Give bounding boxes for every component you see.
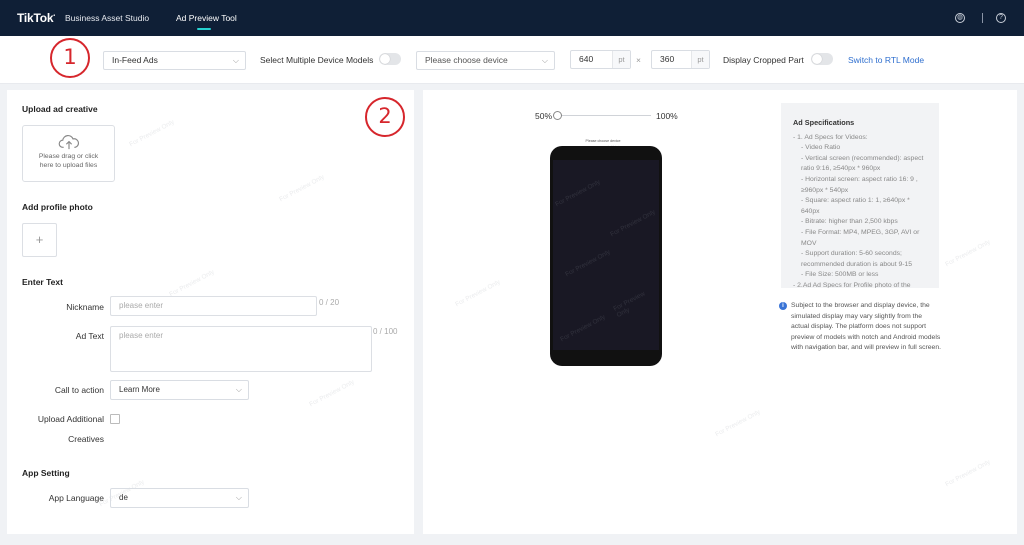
toggle-knob — [812, 54, 822, 64]
profile-section-title: Add profile photo — [22, 202, 93, 212]
watermark: For Preview Only — [454, 278, 502, 309]
multi-device-toggle[interactable] — [379, 53, 401, 65]
ad-type-select[interactable]: In-Feed Ads ⌵ — [103, 51, 246, 70]
top-navigation-bar: TikTok• Business Asset Studio Ad Preview… — [0, 0, 1024, 36]
spec-title: Ad Specifications — [793, 118, 855, 127]
watermark: For Preview Only — [944, 238, 992, 269]
watermark: For Preview Only — [714, 408, 762, 439]
spec-line: - Vertical screen (recommended): aspect … — [801, 154, 924, 173]
brand-title[interactable]: Business Asset Studio — [65, 13, 149, 23]
multi-device-label: Select Multiple Device Models — [260, 55, 374, 65]
preview-panel: For Preview Only For Preview Only For Pr… — [423, 90, 1017, 534]
text-section-title: Enter Text — [22, 277, 63, 287]
device-name-label: Please choose device — [584, 138, 622, 145]
tab-ad-preview-tool[interactable]: Ad Preview Tool — [176, 13, 237, 23]
watermark: For Preview Only — [559, 313, 607, 344]
app-setting-title: App Setting — [22, 468, 70, 478]
watermark: For Preview Only — [612, 290, 647, 319]
additional-creatives-label-2: Creatives — [68, 434, 104, 444]
zoom-min-label: 50% — [535, 111, 553, 121]
device-placeholder: Please choose device — [425, 55, 508, 65]
app-language-select[interactable]: de ⌵ — [110, 488, 249, 508]
cta-label: Call to action — [54, 385, 104, 395]
width-value: 640 — [579, 54, 594, 64]
annotation-marker-1: 1 — [50, 38, 90, 78]
logo-dot: • — [53, 13, 55, 19]
watermark: For Preview Only — [554, 178, 602, 209]
active-tab-indicator — [197, 28, 211, 30]
spec-line: - Support duration: 5-60 seconds; recomm… — [801, 250, 913, 268]
height-unit: pt — [691, 51, 709, 68]
height-input[interactable]: 360 pt — [651, 50, 710, 69]
watermark: For Preview Only — [168, 268, 216, 299]
chevron-down-icon: ⌵ — [235, 385, 242, 394]
cta-select[interactable]: Learn More ⌵ — [110, 380, 249, 400]
add-profile-photo-button[interactable]: + — [22, 223, 57, 257]
spec-line: - 2.Ad Ad Specs for Profile photo of the — [793, 281, 911, 288]
toggle-knob — [380, 54, 390, 64]
spec-list: - 1. Ad Specs for Videos: - Video Ratio - … — [793, 133, 927, 288]
creative-settings-panel: For Preview Only For Preview Only For Pr… — [7, 90, 414, 534]
annotation-marker-2: 2 — [365, 97, 405, 137]
cloud-upload-icon — [58, 135, 79, 150]
app-language-value: de — [119, 493, 128, 502]
width-input[interactable]: 640 pt — [570, 50, 631, 69]
app-language-label: App Language — [48, 493, 104, 503]
times-sign: × — [636, 55, 641, 65]
crop-toggle[interactable] — [811, 53, 833, 65]
header-divider — [982, 13, 983, 23]
tiktok-logo[interactable]: TikTok• — [17, 11, 55, 25]
spec-line: - 1. Ad Specs for Videos: — [793, 133, 868, 141]
upload-section-title: Upload ad creative — [22, 104, 98, 114]
zoom-slider-handle[interactable] — [553, 111, 562, 120]
crop-label: Display Cropped Part — [723, 55, 804, 65]
nickname-input[interactable]: please enter — [110, 296, 317, 316]
cta-value: Learn More — [119, 385, 160, 394]
additional-creatives-checkbox[interactable] — [110, 414, 120, 424]
spec-line: - File Format: MP4, MPEG, 3GP, AVI or MO… — [801, 228, 920, 247]
adtext-counter: 0 / 100 — [373, 327, 398, 336]
adtext-label: Ad Text — [75, 331, 104, 341]
zoom-max-label: 100% — [656, 111, 678, 121]
rtl-mode-link[interactable]: Switch to RTL Mode — [848, 55, 924, 65]
language-icon[interactable]: ◍ — [955, 13, 965, 23]
additional-creatives-label-1: Upload Additional — [37, 414, 104, 424]
ad-type-value: In-Feed Ads — [112, 55, 158, 65]
adtext-textarea[interactable]: please enter — [110, 326, 372, 372]
watermark: For Preview Only — [564, 248, 612, 279]
nickname-counter: 0 / 20 — [319, 298, 340, 307]
spec-line: - Video Ratio — [801, 144, 841, 152]
watermark: For Preview Only — [944, 458, 992, 489]
upload-dropzone[interactable]: Please drag or click here to upload file… — [22, 125, 115, 182]
chevron-down-icon: ⌵ — [235, 493, 242, 502]
watermark: For Preview Only — [609, 208, 657, 239]
device-select[interactable]: Please choose device ⌵ — [416, 51, 555, 70]
watermark: For Preview Only — [308, 378, 356, 409]
spec-line: - Horizontal screen: aspect ratio 16: 9 … — [801, 175, 918, 194]
phone-frame: Please choose device For Preview Only Fo… — [550, 138, 662, 366]
height-value: 360 — [660, 54, 675, 64]
upload-hint: Please drag or click here to upload file… — [38, 153, 99, 169]
notice-text: Subject to the browser and display devic… — [791, 302, 941, 352]
chevron-down-icon: ⌵ — [541, 56, 548, 65]
logo-text: TikTok — [17, 11, 54, 25]
spec-line: - Bitrate: higher than 2,500 kbps — [801, 218, 898, 226]
info-icon: i — [779, 302, 787, 310]
nickname-label: Nickname — [66, 302, 104, 312]
spec-line: - File Size: 500MB or less — [801, 271, 879, 279]
watermark: For Preview Only — [278, 173, 326, 204]
preview-notice: i Subject to the browser and display dev… — [779, 301, 941, 354]
spec-line: - Square: aspect ratio 1: 1, ≥640px * 64… — [801, 197, 910, 215]
zoom-slider-track[interactable] — [556, 115, 651, 116]
watermark: For Preview Only — [128, 118, 176, 149]
phone-screen: For Preview Only For Preview Only For Pr… — [553, 160, 659, 350]
help-icon[interactable]: ? — [996, 13, 1006, 23]
width-unit: pt — [612, 51, 630, 68]
chevron-down-icon: ⌵ — [232, 56, 239, 65]
ad-specifications-box[interactable]: Ad Specifications - 1. Ad Specs for Vide… — [781, 103, 939, 288]
